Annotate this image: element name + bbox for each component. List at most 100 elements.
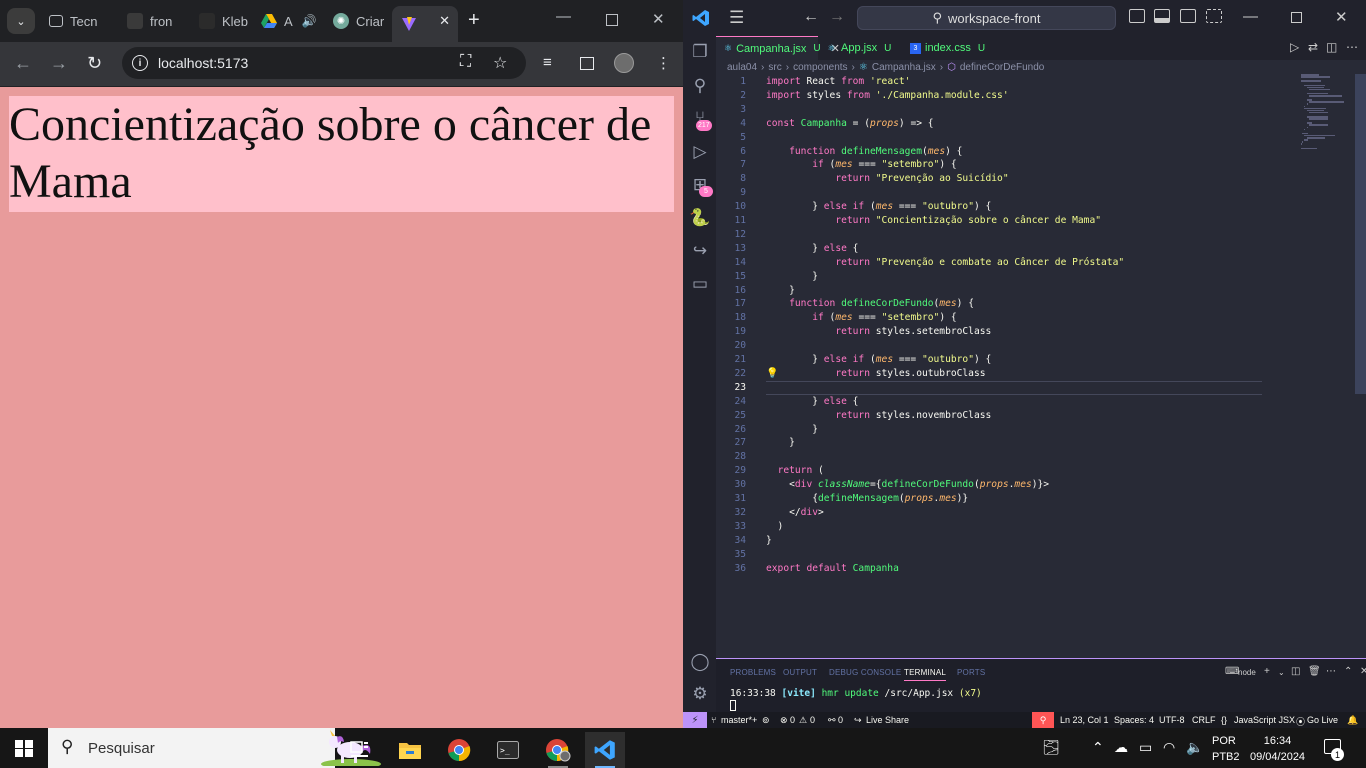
close-tab-icon[interactable]: ✕ <box>439 13 450 29</box>
maximize-panel-icon[interactable]: ⌃ <box>1344 666 1352 677</box>
code-line[interactable]: 12 <box>716 228 1262 242</box>
terminal-shell-label[interactable]: node <box>1238 668 1256 677</box>
status-branch[interactable]: master*+ <box>721 715 757 725</box>
code-line[interactable]: 32 </div> <box>716 506 1262 520</box>
code-line[interactable]: 25 return styles.novembroClass <box>716 409 1262 423</box>
editor-tab-campanha[interactable]: ⚛ Campanha.jsx U ✕ <box>716 36 840 60</box>
code-line[interactable]: 2 import styles from './Campanha.module.c… <box>716 89 1262 103</box>
network-cloud-icon[interactable]: ☁ <box>1114 739 1128 756</box>
forward-icon[interactable]: → <box>829 8 845 26</box>
search-icon[interactable]: ⚲ <box>690 76 710 96</box>
browser-tab-active[interactable]: ✕ <box>392 6 458 42</box>
terminal-output[interactable]: 16:33:38 [vite] hmr update /src/App.jsx … <box>730 688 982 699</box>
run-debug-icon[interactable]: ▷ <box>690 142 710 162</box>
breadcrumb-item[interactable]: src <box>768 62 781 73</box>
code-line[interactable]: 34} <box>716 534 1262 548</box>
more-actions-icon[interactable]: ⋯ <box>1346 40 1358 54</box>
status-cursor-position[interactable]: Ln 23, Col 1 <box>1060 715 1109 725</box>
explorer-icon[interactable]: ❐ <box>690 42 710 62</box>
live-share-icon[interactable]: ↪ <box>690 241 710 261</box>
battery-icon[interactable]: ▭ <box>1139 739 1152 756</box>
open-changes-icon[interactable]: ⇄ <box>1308 40 1318 54</box>
status-encoding[interactable]: UTF-8 <box>1159 715 1185 725</box>
panel-tab-debug-console[interactable]: DEBUG CONSOLE <box>829 668 901 677</box>
breadcrumb-item[interactable]: Campanha.jsx <box>872 62 936 73</box>
code-line[interactable]: 22 return styles.outubroClass <box>716 367 1262 381</box>
status-live-share[interactable]: Live Share <box>866 715 909 725</box>
editor-tab-app[interactable]: ⚛ App.jsx U <box>818 36 902 60</box>
bell-icon[interactable]: 🔔 <box>1347 715 1358 726</box>
code-line[interactable]: 14 return "Prevenção e combate ao Câncer… <box>716 256 1262 270</box>
maximize-icon[interactable] <box>606 14 618 26</box>
breadcrumb-item[interactable]: aula04 <box>727 62 757 73</box>
browser-tab[interactable]: fron <box>118 6 190 36</box>
menu-kebab-icon[interactable]: ⋮ <box>656 54 671 72</box>
weather-icon[interactable]: 🌫 <box>1042 739 1060 756</box>
editor-scrollbar[interactable] <box>1355 74 1366 394</box>
code-line[interactable]: 23 <box>716 380 1262 395</box>
sync-icon[interactable]: ⊚ <box>762 715 770 726</box>
status-eol[interactable]: CRLF <box>1192 715 1216 725</box>
back-icon[interactable]: ← <box>803 8 819 26</box>
code-line[interactable]: 7 if (mes === "setembro") { <box>716 158 1262 172</box>
lightbulb-icon[interactable]: 💡 <box>766 368 778 379</box>
site-info-icon[interactable]: i <box>132 55 148 71</box>
close-panel-icon[interactable]: ✕ <box>1360 666 1366 677</box>
windows-start-icon[interactable] <box>15 740 33 757</box>
code-line[interactable]: 19 return styles.setembroClass <box>716 325 1262 339</box>
panel-tab-terminal[interactable]: TERMINAL <box>904 668 947 681</box>
code-line[interactable]: 5 <box>716 131 1262 145</box>
minimize-icon[interactable]: — <box>1243 8 1258 25</box>
code-line[interactable]: 3 <box>716 103 1262 117</box>
language-indicator[interactable]: POR PTB2 <box>1212 733 1240 765</box>
code-line[interactable]: 13 } else { <box>716 242 1262 256</box>
chevron-down-icon[interactable]: ⌄ <box>1278 668 1285 677</box>
task-view-icon[interactable] <box>340 732 380 768</box>
code-line[interactable]: 16 } <box>716 284 1262 298</box>
toggle-panel-icon[interactable] <box>1154 9 1170 23</box>
browser-tab[interactable]: A 🔊 <box>252 6 316 36</box>
status-warnings[interactable]: 0 <box>810 715 815 725</box>
chrome-icon[interactable] <box>439 732 479 768</box>
maximize-icon[interactable] <box>1291 12 1302 23</box>
code-line[interactable]: 15 } <box>716 270 1262 284</box>
code-line[interactable]: 11 return "Concientização sobre o câncer… <box>716 214 1262 228</box>
minimap[interactable] <box>1301 74 1351 154</box>
code-line[interactable]: 29 return ( <box>716 464 1262 478</box>
code-line[interactable]: 36 export default Campanha <box>716 562 1262 576</box>
code-line[interactable]: 35 <box>716 548 1262 562</box>
breadcrumb-item[interactable]: defineCorDeFundo <box>960 62 1045 73</box>
breadcrumb-item[interactable]: components <box>793 62 847 73</box>
code-line[interactable]: 4 const Campanha = (props) => { <box>716 117 1262 131</box>
code-line[interactable]: 10 } else if (mes === "outubro") { <box>716 200 1262 214</box>
show-hidden-icons-icon[interactable]: ⌃ <box>1092 739 1104 756</box>
wifi-icon[interactable]: ◠ <box>1163 739 1175 756</box>
code-line[interactable]: 6 function defineMensagem(mes) { <box>716 145 1262 159</box>
tab-search-button[interactable]: ⌄ <box>7 8 35 34</box>
code-line[interactable]: 18 if (mes === "setembro") { <box>716 311 1262 325</box>
code-line[interactable]: 28 <box>716 450 1262 464</box>
address-url[interactable]: localhost:5173 <box>158 55 248 71</box>
system-clock[interactable]: 16:34 09/04/2024 <box>1250 733 1305 765</box>
code-editor[interactable]: 1 import React from 'react' 2 import styles… <box>716 74 1366 658</box>
close-window-icon[interactable]: ✕ <box>1335 8 1348 26</box>
code-line[interactable]: 9 <box>716 186 1262 200</box>
python-icon[interactable]: 🐍 <box>689 208 710 228</box>
code-line[interactable]: 31 {defineMensagem(props.mes)} <box>716 492 1262 506</box>
address-bar[interactable]: i localhost:5173 ⛶ ☆ <box>122 47 526 79</box>
taskbar-search-box[interactable]: ⚲ Pesquisar <box>48 728 381 768</box>
toggle-sidebar-icon[interactable] <box>1129 9 1145 23</box>
remote-indicator-icon[interactable]: ⚡ <box>683 712 707 728</box>
status-errors[interactable]: 0 <box>790 715 795 725</box>
panel-tab-ports[interactable]: PORTS <box>957 668 985 677</box>
bookmark-star-icon[interactable]: ☆ <box>493 53 507 73</box>
code-line[interactable]: 30 <div className={defineCorDeFundo(prop… <box>716 478 1262 492</box>
media-control-icon[interactable]: ≡ <box>543 54 552 71</box>
side-panel-icon[interactable] <box>580 57 594 70</box>
vscode-taskbar-icon[interactable] <box>585 732 625 768</box>
panel-tab-problems[interactable]: PROBLEMS <box>730 668 776 677</box>
code-line[interactable]: 1 import React from 'react' <box>716 75 1262 89</box>
run-file-icon[interactable]: ▷ <box>1290 40 1299 54</box>
code-line[interactable]: 8 return "Prevenção ao Suicídio" <box>716 172 1262 186</box>
zoom-search-icon[interactable]: ⚲ <box>1032 712 1054 728</box>
